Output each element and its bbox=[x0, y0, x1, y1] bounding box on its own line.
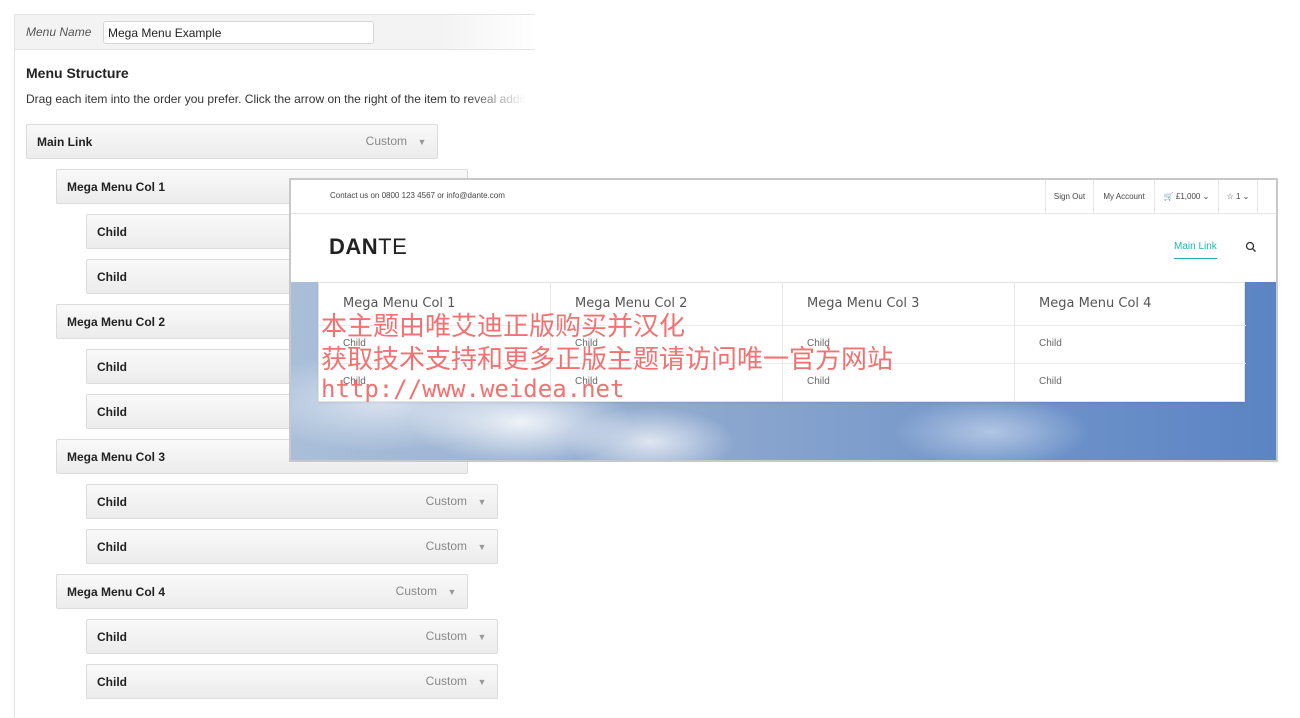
mega-divider bbox=[1015, 363, 1246, 364]
expand-arrow-icon[interactable]: ▼ bbox=[445, 585, 459, 599]
menu-item-type: Custom bbox=[425, 674, 467, 688]
mega-menu-child-link[interactable]: Child bbox=[1039, 338, 1062, 349]
menu-item-title: Child bbox=[97, 270, 127, 284]
mega-menu-column-heading[interactable]: Mega Menu Col 3 bbox=[807, 296, 919, 311]
menu-item-title: Child bbox=[97, 675, 127, 689]
preview-topbar: Contact us on 0800 123 4567 or info@dant… bbox=[291, 180, 1276, 214]
mega-divider bbox=[1015, 325, 1246, 326]
mega-menu-child-link[interactable]: Child bbox=[807, 376, 830, 387]
menu-item-main-link[interactable]: Main Link Custom ▼ bbox=[26, 124, 438, 159]
menu-item-title: Child bbox=[97, 360, 127, 374]
menu-item-title: Main Link bbox=[37, 135, 93, 149]
menu-item-child[interactable]: Child Custom ▼ bbox=[86, 664, 498, 699]
expand-arrow-icon[interactable]: ▼ bbox=[415, 135, 429, 149]
wishlist-link[interactable]: ☆ 1 ⌄ bbox=[1218, 180, 1258, 213]
nav-main-link[interactable]: Main Link bbox=[1174, 241, 1217, 259]
preview-header: DANTE Main Link bbox=[291, 214, 1276, 282]
menu-item-column[interactable]: Mega Menu Col 4 Custom ▼ bbox=[56, 574, 468, 609]
contact-info: Contact us on 0800 123 4567 or info@dant… bbox=[330, 191, 505, 200]
watermark-line-2: 获取技术支持和更多正版主题请访问唯一官方网站 bbox=[321, 345, 894, 375]
menu-item-title: Child bbox=[97, 540, 127, 554]
expand-arrow-icon[interactable]: ▼ bbox=[475, 675, 489, 689]
mega-menu-column: Mega Menu Col 4 Child Child bbox=[1015, 283, 1246, 401]
menu-item-type: Custom bbox=[425, 539, 467, 553]
menu-item-title: Child bbox=[97, 630, 127, 644]
dante-logo[interactable]: DANTE bbox=[329, 234, 407, 260]
mega-menu-child-link[interactable]: Child bbox=[1039, 376, 1062, 387]
menu-item-title: Mega Menu Col 4 bbox=[67, 585, 166, 599]
menu-item-type: Custom bbox=[425, 629, 467, 643]
expand-arrow-icon[interactable]: ▼ bbox=[475, 540, 489, 554]
menu-item-type: Custom bbox=[425, 494, 467, 508]
logo-light-part: TE bbox=[378, 234, 408, 259]
sign-out-link[interactable]: Sign Out bbox=[1045, 180, 1093, 213]
watermark-url: http://www.weidea.net bbox=[321, 375, 625, 403]
my-account-link[interactable]: My Account bbox=[1093, 180, 1154, 213]
menu-item-title: Mega Menu Col 3 bbox=[67, 450, 166, 464]
menu-name-bar: Menu Name bbox=[15, 14, 535, 50]
mega-menu-column-heading[interactable]: Mega Menu Col 4 bbox=[1039, 296, 1151, 311]
menu-item-title: Child bbox=[97, 225, 127, 239]
logo-bold-part: DAN bbox=[329, 234, 379, 259]
menu-item-title: Mega Menu Col 2 bbox=[67, 315, 166, 329]
menu-name-input[interactable] bbox=[103, 21, 374, 44]
expand-arrow-icon[interactable]: ▼ bbox=[475, 630, 489, 644]
mega-divider bbox=[783, 325, 1014, 326]
menu-item-child[interactable]: Child Custom ▼ bbox=[86, 529, 498, 564]
expand-arrow-icon[interactable]: ▼ bbox=[475, 495, 489, 509]
cart-link[interactable]: 🛒 £1,000 ⌄ bbox=[1154, 180, 1218, 213]
menu-item-type: Custom bbox=[395, 584, 437, 598]
watermark-line-1: 本主题由唯艾迪正版购买并汉化 bbox=[321, 312, 686, 342]
menu-structure-title: Menu Structure bbox=[26, 65, 129, 81]
menu-item-title: Mega Menu Col 1 bbox=[67, 180, 166, 194]
menu-structure-description: Drag each item into the order you prefer… bbox=[26, 92, 526, 106]
menu-item-title: Child bbox=[97, 495, 127, 509]
menu-item-type: Custom bbox=[365, 134, 407, 148]
menu-item-child[interactable]: Child Custom ▼ bbox=[86, 484, 498, 519]
menu-name-label: Menu Name bbox=[26, 25, 92, 39]
search-icon[interactable] bbox=[1245, 241, 1257, 253]
menu-item-title: Child bbox=[97, 405, 127, 419]
menu-item-child[interactable]: Child Custom ▼ bbox=[86, 619, 498, 654]
